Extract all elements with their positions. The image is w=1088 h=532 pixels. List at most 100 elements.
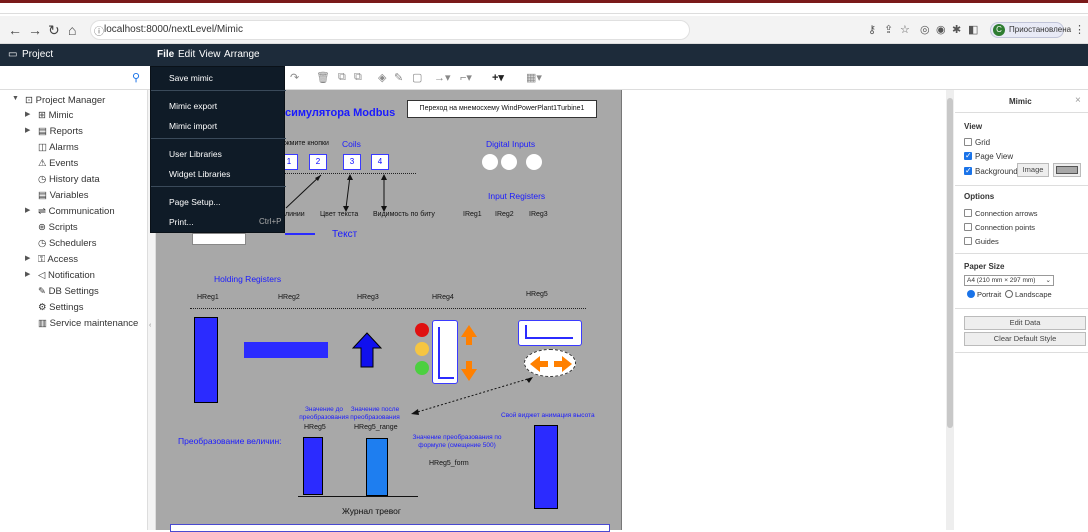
waypoints-icon[interactable]: ⌐▾ — [460, 71, 472, 84]
panel-divider — [955, 185, 1088, 186]
clear-default-style-button[interactable]: Clear Default Style — [964, 332, 1086, 346]
menu-mimic-export[interactable]: Mimic export — [169, 101, 217, 111]
close-icon[interactable]: × — [1075, 95, 1081, 106]
shadow-icon[interactable]: ▢ — [412, 71, 422, 84]
portrait-radio[interactable] — [967, 290, 975, 298]
edit-data-button[interactable]: Edit Data — [964, 316, 1086, 330]
menu-edit[interactable]: Edit — [178, 49, 195, 60]
extension-icon[interactable]: ◎ — [920, 23, 930, 36]
to-back-icon[interactable]: ⧉ — [354, 71, 362, 84]
mimic-title: симулятора Modbus — [285, 107, 396, 119]
coil-button-2[interactable]: 2 — [309, 154, 327, 170]
up-down-arrows-icon — [461, 325, 477, 381]
redo-icon[interactable]: ↷ — [290, 71, 299, 84]
extension-2-icon[interactable]: ◉ — [936, 23, 946, 36]
after-conversion-label: Значение после преобразования — [350, 406, 400, 421]
menu-view[interactable]: View — [199, 49, 221, 60]
press-buttons-label: жмите кнопки — [285, 140, 329, 147]
white-box-widget[interactable] — [192, 233, 246, 245]
back-icon[interactable]: ← — [8, 22, 22, 38]
sidebar-item-settings[interactable]: ⚙ Settings — [38, 302, 83, 313]
bookmark-icon[interactable]: ☆ — [900, 23, 910, 36]
sidebar-item-db-settings[interactable]: ✎ DB Settings — [38, 286, 99, 297]
window-top-strip — [0, 0, 1088, 14]
expand-icon: ▶ — [25, 127, 31, 134]
menu-arrange[interactable]: Arrange — [224, 49, 260, 60]
panel-divider — [955, 352, 1088, 353]
hreg4-label: HReg4 — [432, 294, 454, 301]
home-icon[interactable]: ⌂ — [68, 22, 76, 38]
connection-arrows-checkbox[interactable] — [964, 209, 972, 217]
menu-widget-libraries[interactable]: Widget Libraries — [169, 169, 230, 179]
formula-reg-label: HReg5_form — [429, 460, 469, 467]
menu-user-libraries[interactable]: User Libraries — [169, 149, 222, 159]
sidebar-item-service[interactable]: ▥ Service maintenance — [38, 318, 138, 329]
background-color-button[interactable] — [1053, 163, 1081, 177]
info-icon[interactable]: ⓘ — [94, 23, 104, 38]
sidebar-root[interactable]: ▼ ⊡ Project Manager — [12, 95, 105, 106]
own-widget-label: Свой виджет анимация высота — [501, 412, 595, 419]
share-icon[interactable]: ⇪ — [884, 23, 893, 36]
landscape-radio[interactable] — [1005, 290, 1013, 298]
to-front-icon[interactable]: ⧉ — [338, 71, 346, 84]
alarm-journal-table[interactable] — [170, 524, 610, 532]
portrait-label: Portrait — [977, 290, 1002, 299]
project-label[interactable]: Project — [22, 49, 53, 60]
sidebar-item-events[interactable]: ⚠ Events — [38, 158, 78, 169]
profile-chip[interactable]: C Приостановлена — [990, 22, 1071, 38]
expand-icon: ▶ — [25, 255, 31, 262]
menu-file[interactable]: File — [157, 49, 174, 60]
background-checkbox[interactable] — [964, 166, 972, 175]
connection-points-checkbox[interactable] — [964, 223, 972, 231]
menu-page-setup[interactable]: Page Setup... — [169, 197, 221, 207]
reload-icon[interactable]: ↻ — [48, 22, 60, 39]
sidebar-item-access[interactable]: ▶ ⚿ Access — [25, 254, 78, 265]
hreg5-widget — [518, 320, 582, 346]
sidebar-item-schedulers[interactable]: ◷ Schedulers — [38, 238, 96, 249]
key-icon[interactable]: ⚷ — [868, 23, 876, 36]
sidebar-item-notification[interactable]: ▶ ◁ Notification — [25, 270, 95, 281]
sidebar-item-variables[interactable]: ▤ Variables — [38, 190, 89, 201]
after-reg-label: HReg5_range — [354, 424, 398, 431]
conversion-baseline — [298, 496, 418, 497]
forward-icon[interactable]: → — [28, 22, 42, 38]
expand-icon: ▶ — [25, 271, 31, 278]
menu-separator — [151, 90, 286, 91]
coil-button-3[interactable]: 3 — [343, 154, 361, 170]
canvas-scrollbar[interactable] — [946, 90, 954, 530]
menu-save-mimic[interactable]: Save mimic — [169, 73, 213, 83]
guides-checkbox[interactable] — [964, 237, 972, 245]
nav-mimic-button[interactable]: Переход на мнемосхему WindPowerPlant1Tur… — [407, 100, 597, 118]
delete-icon[interactable]: 🗑 — [316, 71, 330, 84]
before-reg-label: HReg5 — [304, 424, 326, 431]
insert-icon[interactable]: +▾ — [492, 71, 504, 84]
input-registers-label: Input Registers — [488, 191, 546, 201]
sidebar-item-communication[interactable]: ▶ ⇌ Communication — [25, 206, 115, 217]
traffic-light-red — [415, 323, 429, 337]
left-right-arrows-icon — [530, 356, 572, 372]
panel-title: Mimic — [1009, 97, 1032, 106]
connection-points-label: Connection points — [975, 223, 1036, 232]
sidebar-item-reports[interactable]: ▶ ▤ Reports — [25, 126, 83, 137]
more-icon[interactable]: ⋮ — [1074, 23, 1085, 36]
pin-icon[interactable]: ⚲ — [132, 71, 140, 84]
coil-button-4[interactable]: 4 — [371, 154, 389, 170]
sidebar-item-history[interactable]: ◷ History data — [38, 174, 100, 185]
grid-checkbox[interactable] — [964, 138, 972, 146]
line-color-icon[interactable]: ✎ — [394, 71, 403, 84]
page-view-checkbox[interactable] — [964, 151, 972, 160]
menu-mimic-import[interactable]: Mimic import — [169, 121, 217, 131]
sidebar-item-alarms[interactable]: ◫ Alarms — [38, 142, 79, 153]
connection-icon[interactable]: →▾ — [434, 71, 451, 84]
paper-size-select[interactable]: A4 (210 mm × 297 mm) ⌄ — [964, 275, 1054, 286]
image-button[interactable]: Image — [1017, 163, 1049, 177]
menu-print[interactable]: Print... — [169, 217, 194, 227]
sidebar-item-mimic[interactable]: ▶ ⊞ Mimic — [25, 110, 73, 121]
url-text: localhost:8000/nextLevel/Mimic — [104, 24, 243, 35]
sidebar-item-scripts[interactable]: ⊛ Scripts — [38, 222, 78, 233]
scrollbar-thumb[interactable] — [947, 98, 953, 428]
puzzle-icon[interactable]: ✱ — [952, 23, 961, 36]
sidepanel-icon[interactable]: ◧ — [968, 23, 978, 36]
fill-color-icon[interactable]: ◈ — [378, 71, 386, 84]
table-icon[interactable]: ▦▾ — [526, 71, 542, 84]
